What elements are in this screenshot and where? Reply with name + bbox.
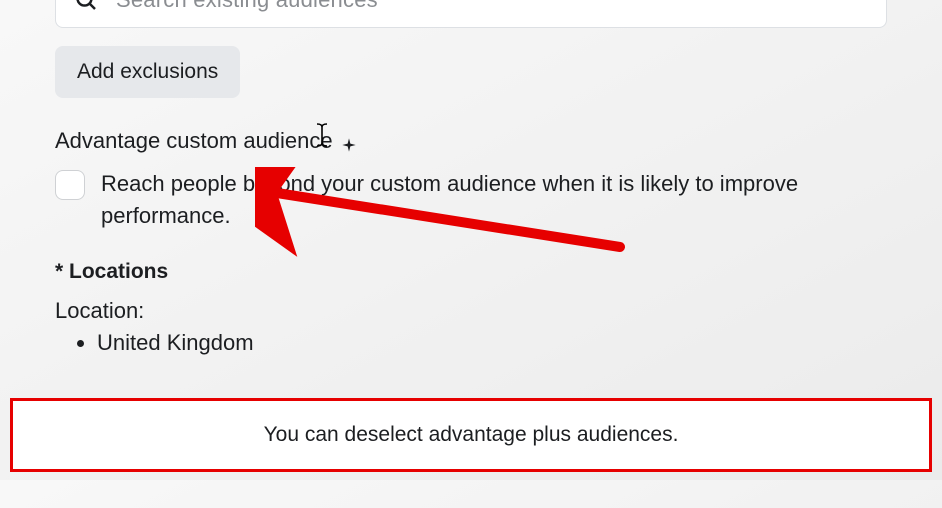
location-label: Location: [55, 298, 887, 324]
search-icon [74, 0, 98, 12]
location-list: United Kingdom [55, 330, 887, 356]
sparkle-icon [341, 133, 357, 149]
add-exclusions-button[interactable]: Add exclusions [55, 46, 240, 98]
advantage-description: Reach people beyond your custom audience… [101, 168, 887, 232]
locations-header: * Locations [55, 260, 887, 284]
advantage-custom-audience-checkbox[interactable] [55, 170, 85, 200]
callout-text: You can deselect advantage plus audience… [33, 423, 909, 447]
search-audiences-input[interactable]: Search existing audiences [55, 0, 887, 28]
advantage-title-text: Advantage custom audience [55, 128, 333, 154]
location-item: United Kingdom [97, 330, 887, 356]
annotation-callout: You can deselect advantage plus audience… [10, 398, 932, 472]
search-placeholder: Search existing audiences [116, 0, 378, 13]
advantage-custom-audience-title: Advantage custom audience [55, 128, 887, 154]
